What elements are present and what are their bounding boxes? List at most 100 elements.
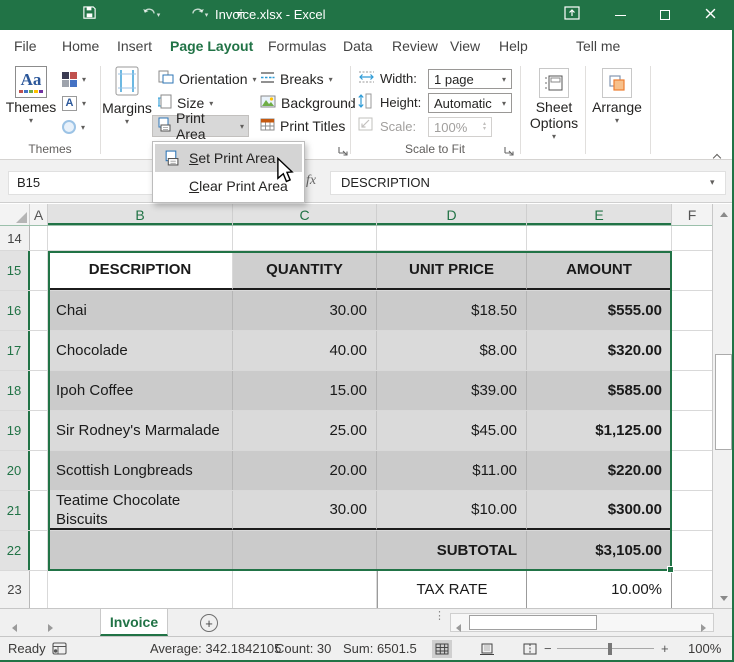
redo-button[interactable]: ▾ bbox=[186, 6, 212, 24]
column-header-E[interactable]: E bbox=[527, 204, 672, 225]
cell-A20[interactable] bbox=[30, 451, 48, 490]
cell-F20[interactable] bbox=[672, 451, 712, 490]
cell-C15[interactable]: QUANTITY bbox=[233, 251, 377, 290]
cell-D18[interactable]: $39.00 bbox=[377, 371, 527, 410]
cell-C17[interactable]: 40.00 bbox=[233, 331, 377, 370]
width-select[interactable]: 1 page▾ bbox=[428, 69, 512, 89]
margins-button[interactable]: Margins ▾ bbox=[104, 66, 150, 126]
cell-B18[interactable]: Ipoh Coffee bbox=[48, 371, 233, 410]
tab-insert[interactable]: Insert bbox=[117, 30, 152, 62]
print-titles-button[interactable]: Print Titles bbox=[256, 115, 349, 137]
cell-B21[interactable]: Teatime Chocolate Biscuits bbox=[48, 491, 233, 530]
cell-D14[interactable] bbox=[377, 226, 527, 250]
height-select[interactable]: Automatic▾ bbox=[428, 93, 512, 113]
cell-E20[interactable]: $220.00 bbox=[527, 451, 672, 490]
cell-C19[interactable]: 25.00 bbox=[233, 411, 377, 450]
cell-A18[interactable] bbox=[30, 371, 48, 410]
tab-page-layout[interactable]: Page Layout bbox=[170, 30, 253, 62]
cell-A23[interactable] bbox=[30, 571, 48, 608]
cell-D23[interactable]: TAX RATE bbox=[377, 571, 527, 608]
sheet-options-button[interactable]: Sheet Options ▾ bbox=[524, 68, 584, 141]
cell-F19[interactable] bbox=[672, 411, 712, 450]
tab-data[interactable]: Data bbox=[343, 30, 373, 62]
column-header-C[interactable]: C bbox=[233, 204, 377, 225]
cell-E22[interactable]: $3,105.00 bbox=[527, 531, 672, 570]
cell-C21[interactable]: 30.00 bbox=[233, 491, 377, 530]
cell-D22[interactable]: SUBTOTAL bbox=[377, 531, 527, 570]
row-header-20[interactable]: 20 bbox=[0, 451, 30, 490]
sheet-tab-invoice[interactable]: Invoice bbox=[100, 609, 168, 636]
theme-effects-button[interactable]: ▾ bbox=[58, 116, 89, 138]
background-button[interactable]: Background bbox=[256, 92, 360, 114]
row-header-16[interactable]: 16 bbox=[0, 291, 30, 330]
scroll-down-button[interactable] bbox=[713, 588, 734, 608]
cell-A17[interactable] bbox=[30, 331, 48, 370]
cell-B22[interactable] bbox=[48, 531, 233, 570]
cell-B20[interactable]: Scottish Longbreads bbox=[48, 451, 233, 490]
cell-C23[interactable] bbox=[233, 571, 377, 608]
tab-view[interactable]: View bbox=[450, 30, 480, 62]
row-header-17[interactable]: 17 bbox=[0, 331, 30, 370]
cell-A15[interactable] bbox=[30, 251, 48, 290]
cell-B19[interactable]: Sir Rodney's Marmalade bbox=[48, 411, 233, 450]
save-button[interactable] bbox=[80, 6, 98, 24]
vertical-scroll-thumb[interactable] bbox=[715, 354, 732, 450]
zoom-slider-handle[interactable] bbox=[608, 643, 612, 655]
row-header-15[interactable]: 15 bbox=[0, 251, 30, 290]
cell-E16[interactable]: $555.00 bbox=[527, 291, 672, 330]
zoom-slider-track[interactable] bbox=[557, 648, 654, 649]
cell-F21[interactable] bbox=[672, 491, 712, 530]
cell-A16[interactable] bbox=[30, 291, 48, 330]
page-layout-view-button[interactable] bbox=[477, 640, 497, 658]
row-header-19[interactable]: 19 bbox=[0, 411, 30, 450]
cell-F15[interactable] bbox=[672, 251, 712, 290]
zoom-out-button[interactable]: − bbox=[544, 637, 552, 660]
new-sheet-button[interactable]: + bbox=[200, 614, 218, 632]
close-button[interactable] bbox=[690, 0, 730, 30]
column-header-A[interactable]: A bbox=[30, 204, 48, 225]
expand-formula-bar-icon[interactable]: ▾ bbox=[710, 177, 715, 188]
cell-E14[interactable] bbox=[527, 226, 672, 250]
tab-file[interactable]: File bbox=[14, 30, 37, 62]
theme-fonts-button[interactable]: A ▾ bbox=[58, 92, 90, 114]
row-header-22[interactable]: 22 bbox=[0, 531, 30, 570]
column-header-B[interactable]: B bbox=[48, 204, 233, 225]
horizontal-scroll-thumb[interactable] bbox=[469, 615, 597, 630]
cell-E19[interactable]: $1,125.00 bbox=[527, 411, 672, 450]
page-break-preview-button[interactable] bbox=[520, 640, 540, 658]
cell-D15[interactable]: UNIT PRICE bbox=[377, 251, 527, 290]
cell-D19[interactable]: $45.00 bbox=[377, 411, 527, 450]
cell-F18[interactable] bbox=[672, 371, 712, 410]
macro-record-icon[interactable] bbox=[52, 642, 67, 658]
minimize-button[interactable] bbox=[600, 0, 640, 30]
cell-A22[interactable] bbox=[30, 531, 48, 570]
row-header-18[interactable]: 18 bbox=[0, 371, 30, 410]
undo-button[interactable]: ▾ bbox=[138, 6, 164, 24]
cell-C20[interactable]: 20.00 bbox=[233, 451, 377, 490]
scroll-left-button[interactable] bbox=[456, 619, 461, 637]
cell-C16[interactable]: 30.00 bbox=[233, 291, 377, 330]
tab-home[interactable]: Home bbox=[62, 30, 99, 62]
active-cell-B15[interactable]: DESCRIPTION bbox=[48, 251, 233, 290]
vertical-scrollbar[interactable] bbox=[712, 204, 734, 608]
cell-A21[interactable] bbox=[30, 491, 48, 530]
cell-A19[interactable] bbox=[30, 411, 48, 450]
cell-C18[interactable]: 15.00 bbox=[233, 371, 377, 410]
row-header-14[interactable]: 14 bbox=[0, 226, 30, 250]
cell-B17[interactable]: Chocolade bbox=[48, 331, 233, 370]
menu-item-clear-print-area[interactable]: Clear Print Area bbox=[155, 172, 302, 200]
ribbon-display-options-button[interactable] bbox=[552, 0, 592, 30]
cell-E23[interactable]: 10.00% bbox=[527, 571, 672, 608]
cell-C14[interactable] bbox=[233, 226, 377, 250]
tell-me-button[interactable]: Tell me bbox=[576, 30, 620, 62]
insert-function-button[interactable]: fx bbox=[306, 173, 316, 189]
previous-sheet-button[interactable] bbox=[12, 619, 17, 637]
normal-view-button[interactable] bbox=[432, 640, 452, 658]
cell-F22[interactable] bbox=[672, 531, 712, 570]
scroll-right-button[interactable] bbox=[701, 619, 706, 637]
cell-C22[interactable] bbox=[233, 531, 377, 570]
tab-scrollbar-divider[interactable]: ⋮ bbox=[434, 613, 445, 619]
cell-F23[interactable] bbox=[672, 571, 712, 608]
theme-colors-button[interactable]: ▾ bbox=[58, 68, 90, 90]
tab-review[interactable]: Review bbox=[392, 30, 438, 62]
